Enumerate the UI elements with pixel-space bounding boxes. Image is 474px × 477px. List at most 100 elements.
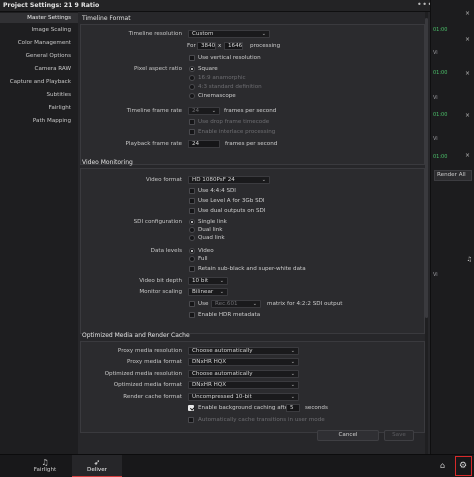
sdi-dual-label: Dual link <box>198 227 223 233</box>
nav-color-management[interactable]: Color Management <box>0 38 71 48</box>
bit-depth-dropdown[interactable]: 10 bit ⌄ <box>188 277 228 285</box>
close-icon[interactable]: × <box>465 36 470 43</box>
music-note-icon: ♫ <box>41 458 49 467</box>
job-label: Vi <box>433 136 438 142</box>
proxy-res-label: Proxy media resolution <box>117 348 182 354</box>
opt-format-label: Optimized media format <box>113 382 182 388</box>
sdi-dual-radio[interactable] <box>189 227 195 233</box>
retain-checkbox[interactable] <box>189 266 195 272</box>
close-icon[interactable]: × <box>465 10 470 17</box>
save-button[interactable]: Save <box>384 430 414 441</box>
video-format-dropdown[interactable]: HD 1080PsF 24 ⌄ <box>188 176 270 184</box>
chevron-down-icon: ⌄ <box>219 278 224 284</box>
nav-image-scaling[interactable]: Image Scaling <box>0 25 71 35</box>
music-note-icon[interactable]: ♫ <box>467 256 472 263</box>
close-icon[interactable]: × <box>465 152 470 159</box>
playback-rate-label: Playback frame rate <box>125 141 182 147</box>
height-input[interactable]: 1646 <box>224 42 243 50</box>
nav-subtitles[interactable]: Subtitles <box>0 90 72 100</box>
settings-sidebar: Master Settings Image Scaling Color Mana… <box>0 12 78 454</box>
playback-rate-input[interactable]: 24 <box>188 140 220 148</box>
tab-fairlight[interactable]: ♫ Fairlight <box>20 455 70 477</box>
use444-label: Use 4:4:4 SDI <box>198 188 236 194</box>
levela-label: Use Level A for 3Gb SDI <box>198 198 265 204</box>
proxy-format-dropdown[interactable]: DNxHR HQX ⌄ <box>188 358 299 366</box>
levels-full-radio[interactable] <box>189 256 195 262</box>
frame-rate-dropdown[interactable]: 24 ⌄ <box>188 107 220 115</box>
sdi-single-label: Single link <box>198 219 227 225</box>
bg-seconds-input[interactable]: 5 <box>286 404 300 412</box>
par-square-radio[interactable] <box>189 66 195 72</box>
home-icon[interactable]: ⌂ <box>440 461 445 470</box>
highlight-box: ⚙ <box>455 456 472 476</box>
nav-fairlight[interactable]: Fairlight <box>0 103 71 113</box>
matrix-dropdown[interactable]: Rec.601 ⌄ <box>211 300 261 308</box>
chevron-down-icon: ⌄ <box>290 394 295 400</box>
use-vertical-label: Use vertical resolution <box>198 55 261 61</box>
cache-format-dropdown[interactable]: Uncompressed 10-bit ⌄ <box>188 393 299 401</box>
levels-full-label: Full <box>198 256 208 262</box>
cancel-button[interactable]: Cancel <box>317 430 379 441</box>
seconds-label: seconds <box>305 405 328 411</box>
timeline-resolution-dropdown[interactable]: Custom ⌄ <box>188 30 270 38</box>
dual-out-checkbox[interactable] <box>189 208 195 214</box>
tab-fairlight-label: Fairlight <box>33 467 57 473</box>
gear-icon[interactable]: ⚙ <box>459 461 467 471</box>
dual-out-label: Use dual outputs on SDI <box>198 208 266 214</box>
hdr-checkbox[interactable] <box>189 312 195 318</box>
levela-checkbox[interactable] <box>189 198 195 204</box>
close-icon[interactable]: × <box>465 112 470 119</box>
x-separator: x <box>218 43 222 49</box>
nav-path-mapping[interactable]: Path Mapping <box>0 116 71 126</box>
use-vertical-checkbox[interactable] <box>189 55 195 61</box>
section-optimized-media: Optimized Media and Render Cache <box>82 332 190 339</box>
bg-cache-checkbox[interactable] <box>188 405 194 411</box>
pixel-aspect-label: Pixel aspect ratio <box>134 66 182 72</box>
sdi-quad-radio[interactable] <box>189 235 195 241</box>
interlace-label: Enable interlace processing <box>198 129 276 135</box>
timeline-resolution-value: Custom <box>192 31 214 37</box>
fps-unit-label: frames per second <box>224 108 277 114</box>
job-timecode: 01:00 <box>433 112 448 118</box>
levels-video-radio[interactable] <box>189 248 195 254</box>
chevron-down-icon: ⌄ <box>290 359 295 365</box>
scrollbar-thumb[interactable] <box>425 18 428 318</box>
proxy-res-value: Choose automatically <box>192 348 253 354</box>
data-levels-label: Data levels <box>150 248 182 254</box>
par-cinema-radio[interactable] <box>189 93 195 99</box>
nav-master-settings[interactable]: Master Settings <box>0 13 78 23</box>
chevron-down-icon: ⌄ <box>261 31 266 37</box>
width-input[interactable]: 3840 <box>197 42 216 50</box>
main-scrollbar[interactable] <box>425 12 428 454</box>
use444-checkbox[interactable] <box>189 188 195 194</box>
par-43-radio[interactable] <box>189 84 195 90</box>
hdr-label: Enable HDR metadata <box>198 312 261 318</box>
use-matrix-checkbox[interactable] <box>189 301 195 307</box>
sdi-single-radio[interactable] <box>189 219 195 225</box>
sdi-quad-label: Quad link <box>198 235 225 241</box>
close-icon[interactable]: × <box>465 70 470 77</box>
opt-res-dropdown[interactable]: Choose automatically ⌄ <box>188 370 299 378</box>
nav-general-options[interactable]: General Options <box>0 51 71 61</box>
nav-camera-raw[interactable]: Camera RAW <box>0 64 71 74</box>
drop-frame-checkbox[interactable] <box>189 119 195 125</box>
opt-res-value: Choose automatically <box>192 371 253 377</box>
tab-deliver[interactable]: ➶ Deliver <box>72 455 122 477</box>
levels-video-label: Video <box>198 248 214 254</box>
monitor-scaling-dropdown[interactable]: Bilinear ⌄ <box>188 288 228 296</box>
job-timecode: 01:00 <box>433 27 448 33</box>
job-label: Vi <box>433 50 438 56</box>
auto-cache-label: Automatically cache transitions in user … <box>198 417 325 423</box>
opt-format-dropdown[interactable]: DNxHR HQX ⌄ <box>188 381 299 389</box>
proxy-res-dropdown[interactable]: Choose automatically ⌄ <box>188 347 299 355</box>
video-format-value: HD 1080PsF 24 <box>192 177 235 183</box>
par-169-radio[interactable] <box>189 75 195 81</box>
interlace-checkbox[interactable] <box>189 129 195 135</box>
page-navigation-bar: ♫ Fairlight ➶ Deliver ⌂ ⚙ <box>0 454 474 477</box>
render-all-button[interactable]: Render All <box>434 170 472 181</box>
auto-cache-checkbox[interactable] <box>188 417 194 423</box>
nav-capture-playback[interactable]: Capture and Playback <box>0 77 71 87</box>
opt-format-value: DNxHR HQX <box>192 382 227 388</box>
cache-format-value: Uncompressed 10-bit <box>192 394 252 400</box>
chevron-down-icon: ⌄ <box>290 382 295 388</box>
